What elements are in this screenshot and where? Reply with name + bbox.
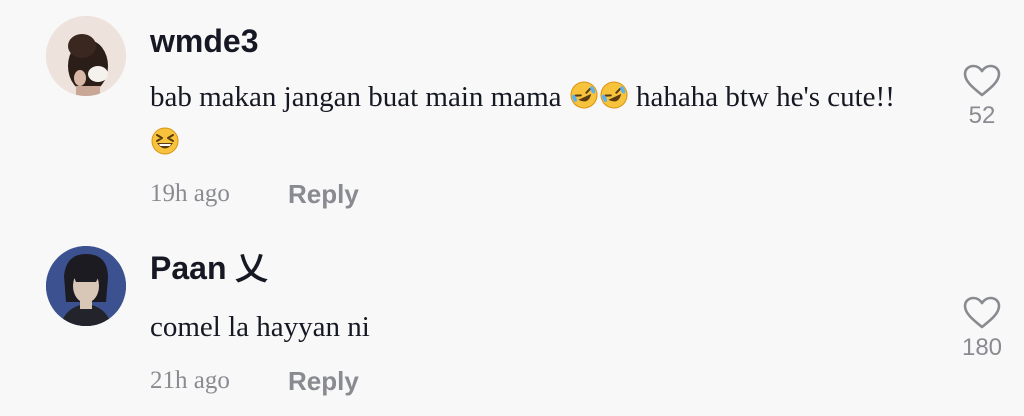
comment-text: comel la hayyan ni bbox=[150, 311, 370, 343]
comment-item: Paan 乂 comel la hayyan ni 21h ago Reply … bbox=[0, 230, 1024, 416]
like-button[interactable]: 180 bbox=[950, 296, 1014, 360]
like-count: 52 bbox=[968, 102, 996, 129]
reply-button[interactable]: Reply bbox=[288, 368, 359, 394]
comment-text-part: hahaha btw he's cute!! bbox=[628, 81, 895, 113]
timestamp: 21h ago bbox=[150, 367, 230, 394]
username[interactable]: Paan 乂 bbox=[150, 252, 267, 284]
heart-icon bbox=[950, 296, 1014, 330]
avatar[interactable] bbox=[46, 246, 126, 326]
comment-item: wmde3 bab makan jangan buat main mama ha… bbox=[0, 0, 1024, 230]
reply-button[interactable]: Reply bbox=[288, 181, 359, 207]
grinning-squinting-face-icon bbox=[150, 126, 180, 168]
username[interactable]: wmde3 bbox=[150, 25, 258, 57]
avatar-image bbox=[46, 16, 126, 96]
like-count: 180 bbox=[961, 334, 1003, 361]
avatar-image bbox=[46, 246, 126, 326]
rolling-on-floor-laughing-icon bbox=[569, 80, 599, 122]
heart-icon bbox=[950, 64, 1014, 98]
rolling-on-floor-laughing-icon bbox=[599, 80, 629, 122]
comment-text-part: bab makan jangan buat main mama bbox=[150, 81, 569, 113]
timestamp: 19h ago bbox=[150, 180, 230, 207]
comment-text: bab makan jangan buat main mama hahaha b… bbox=[150, 76, 910, 168]
like-button[interactable]: 52 bbox=[950, 64, 1014, 128]
avatar[interactable] bbox=[46, 16, 126, 96]
